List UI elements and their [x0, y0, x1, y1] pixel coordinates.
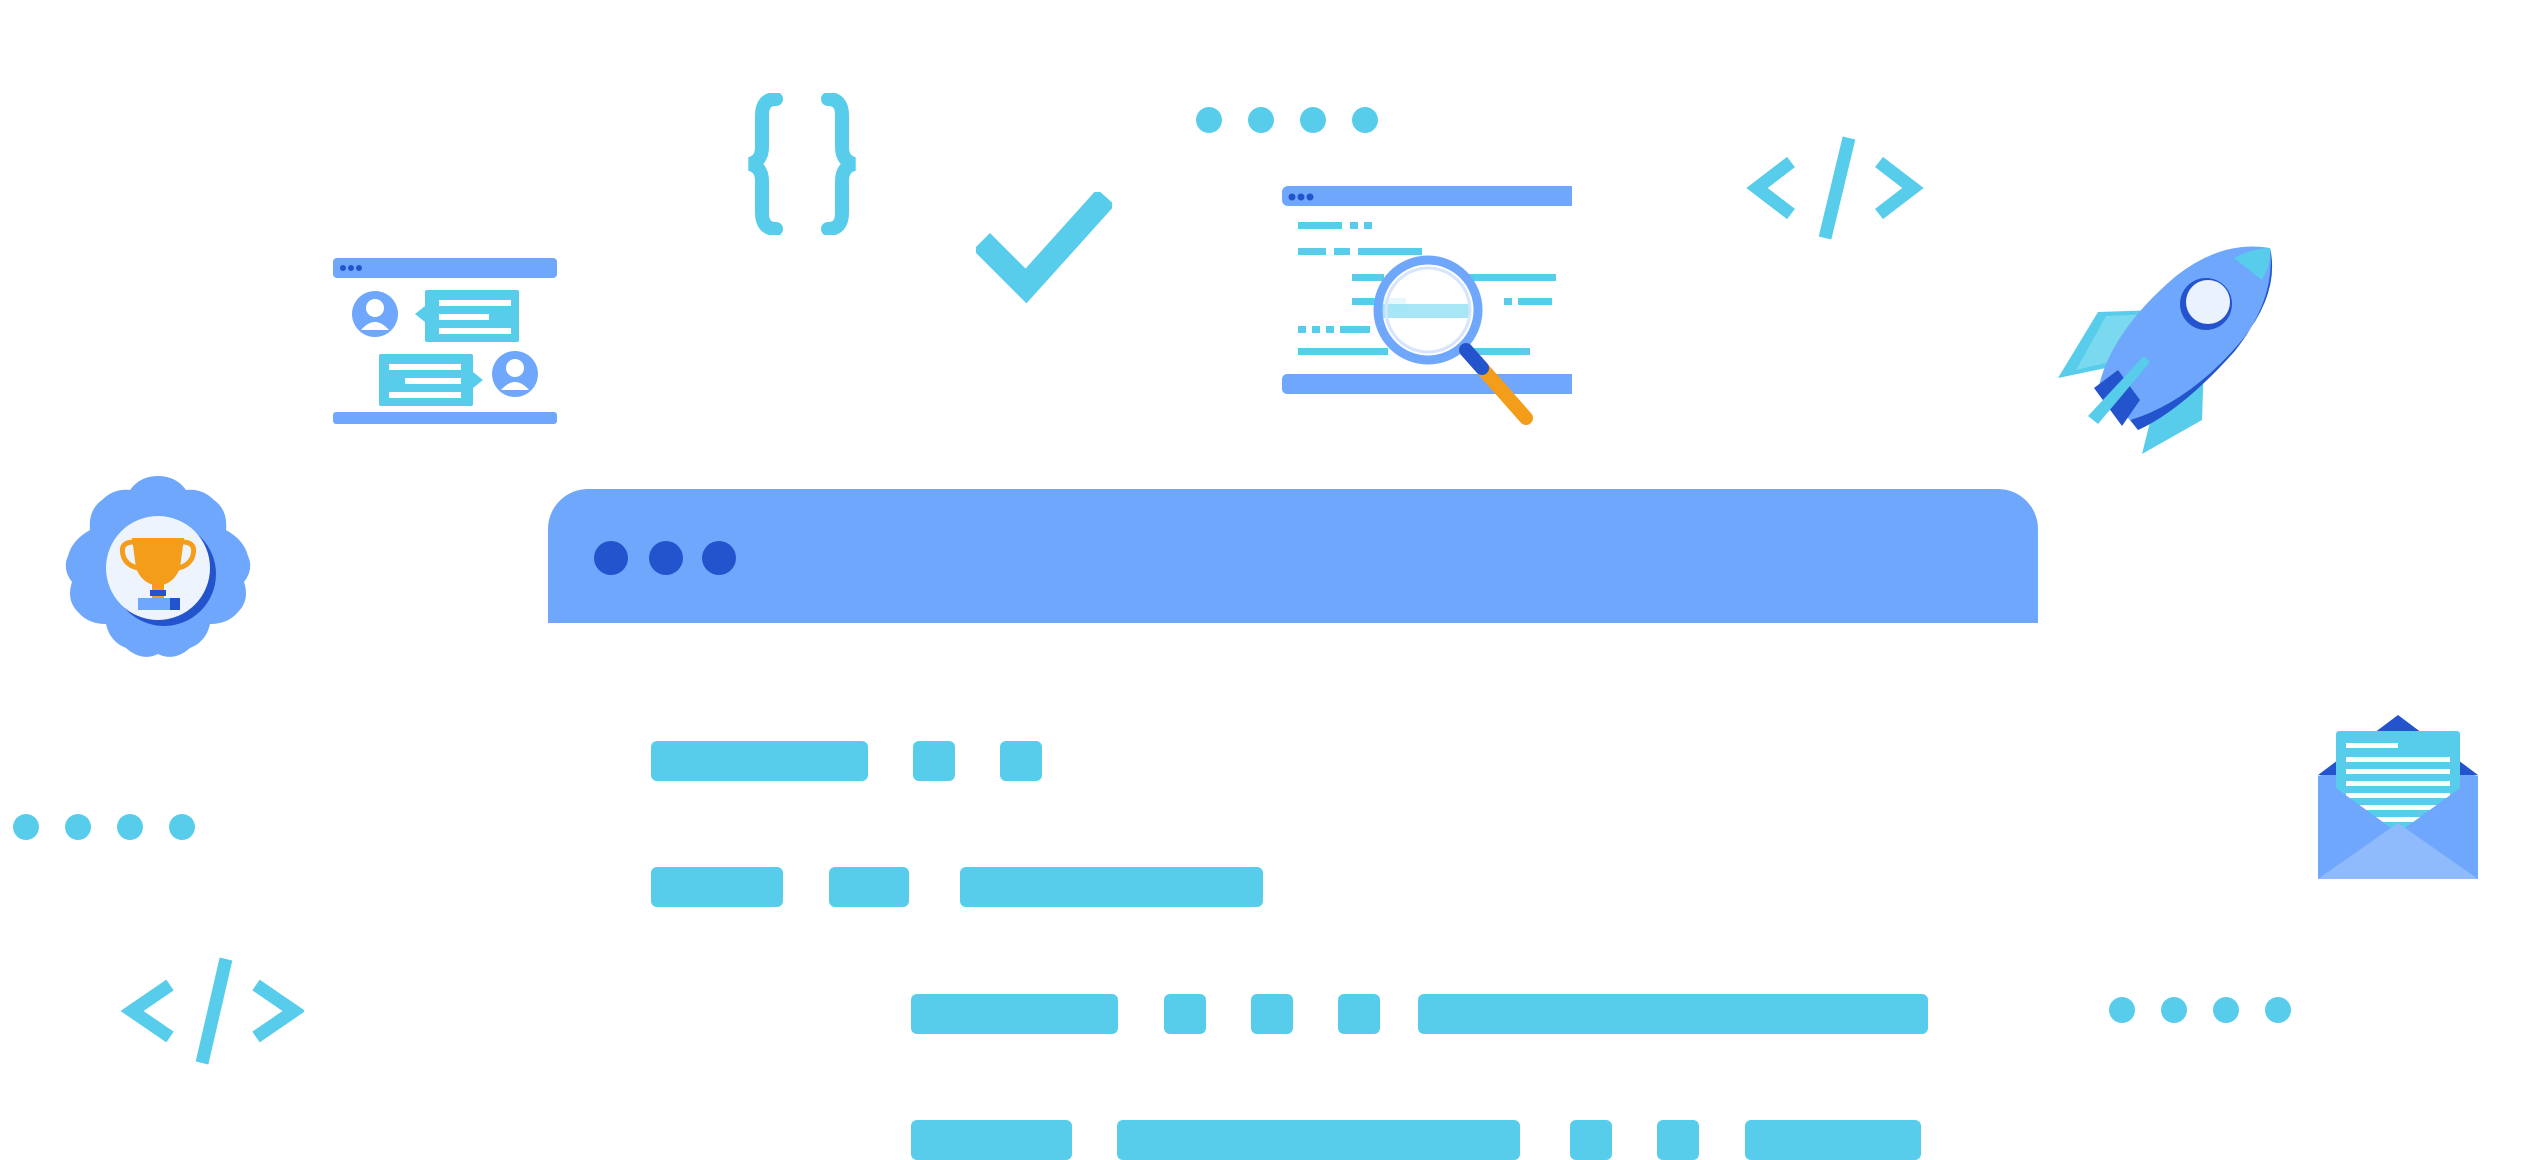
code-line-segment — [1000, 741, 1042, 781]
dots-icon — [1195, 106, 1385, 134]
curly-braces-icon — [742, 92, 862, 236]
code-line-segment — [651, 741, 868, 781]
award-badge-icon — [62, 472, 254, 666]
code-line-segment — [1117, 1120, 1520, 1160]
code-line-segment — [1570, 1120, 1612, 1160]
code-tag-icon — [120, 953, 306, 1069]
email-open-icon — [2318, 713, 2478, 879]
window-dot — [594, 541, 628, 575]
code-line-segment — [913, 741, 955, 781]
chat-window-icon — [333, 258, 557, 426]
checkmark-icon — [973, 189, 1115, 304]
rocket-icon — [2058, 240, 2278, 454]
code-line-segment — [1164, 994, 1206, 1034]
dots-icon — [12, 813, 202, 841]
code-line-segment — [1251, 994, 1293, 1034]
browser-window — [548, 489, 2038, 1160]
code-line-segment — [651, 867, 783, 907]
window-dot — [649, 541, 683, 575]
illustration-canvas — [0, 0, 2522, 1160]
code-line-segment — [1418, 994, 1928, 1034]
code-search-icon — [1282, 186, 1578, 430]
code-line-segment — [1745, 1120, 1921, 1160]
code-tag-icon — [1745, 132, 1925, 244]
code-line-segment — [1338, 994, 1380, 1034]
browser-title-bar — [548, 489, 2038, 623]
code-line-segment — [911, 994, 1118, 1034]
code-line-segment — [829, 867, 909, 907]
window-dot — [702, 541, 736, 575]
dots-icon — [2108, 996, 2298, 1024]
code-line-segment — [911, 1120, 1072, 1160]
code-line-segment — [960, 867, 1263, 907]
code-line-segment — [1657, 1120, 1699, 1160]
